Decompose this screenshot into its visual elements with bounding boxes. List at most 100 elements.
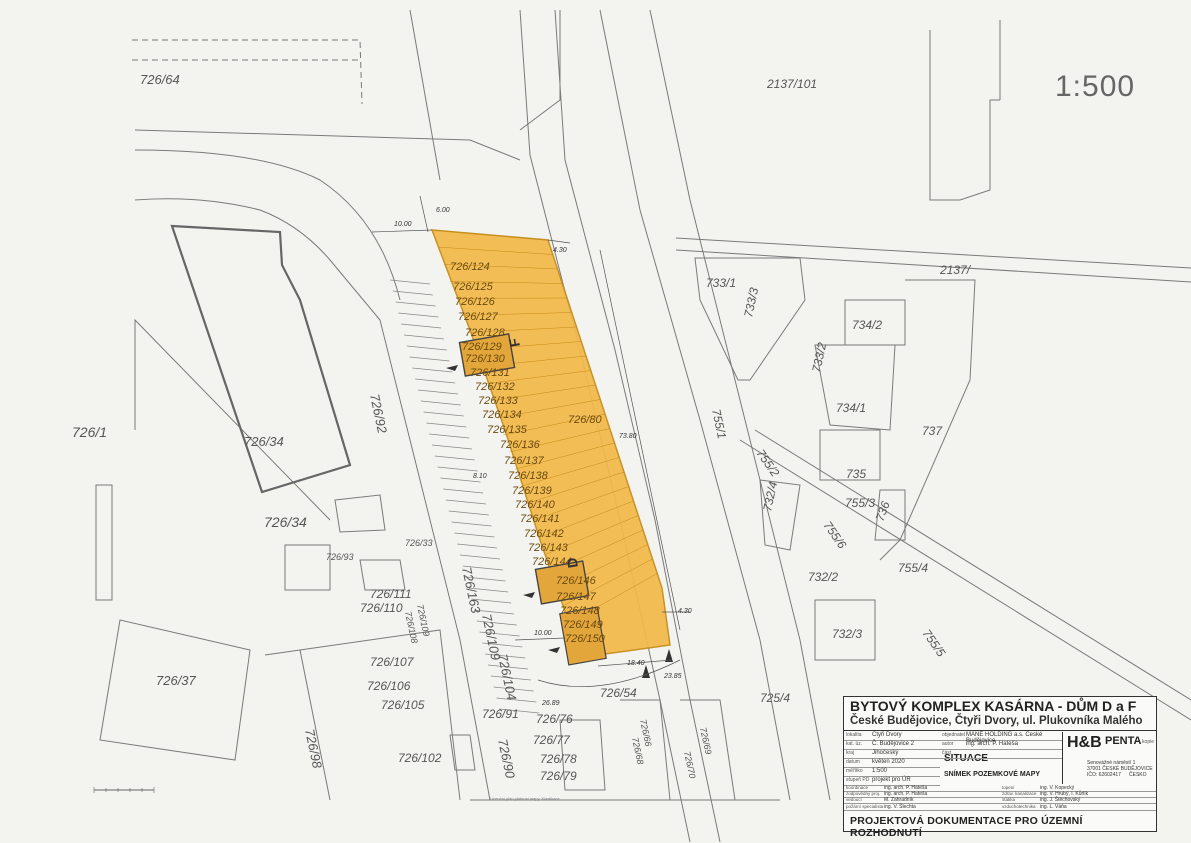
unit-label-b12: 726/135 <box>487 424 528 436</box>
unit-label-b10: 726/133 <box>478 395 519 407</box>
unit-label-b5: 726/128 <box>465 327 506 339</box>
parcel-label-p1: 726/64 <box>140 72 180 87</box>
dimension-d3: 4.30 <box>553 247 567 254</box>
parcel-label-p9: 726/111 <box>370 587 412 601</box>
row-label: kat. úz. <box>846 741 862 747</box>
unit-label-b14: 726/137 <box>504 455 545 467</box>
parcel-label-p10: 726/110 <box>360 601 403 615</box>
parcel-label-p2: 2137/101 <box>766 77 817 91</box>
dimension-d7: 10.00 <box>534 630 552 637</box>
logo-name: PENTA <box>1105 735 1141 747</box>
parcel-label-p16: 726/106 <box>367 679 411 693</box>
unit-label-b16: 726/139 <box>512 485 552 497</box>
parcel-label-p17: 726/105 <box>381 698 425 712</box>
parcel-label-p27: 726/78 <box>540 752 577 766</box>
row-value: Jihočeský <box>872 750 898 756</box>
unit-label-b18: 726/141 <box>520 513 560 525</box>
scale-label: 1:500 <box>1055 70 1135 104</box>
row-value: 1:500 <box>872 768 887 774</box>
staff-value: ing. arch. P. Hateša <box>884 785 927 791</box>
staff-value: ing. L. Váňa <box>1040 804 1067 810</box>
row-value: květen 2020 <box>872 759 905 765</box>
unit-label-b23: 726/147 <box>556 591 597 603</box>
dimension-d1: 10.00 <box>394 221 412 228</box>
parcel-label-p8: 726/33 <box>405 538 433 548</box>
staff-value: ing. V. Šlechta <box>884 804 916 810</box>
unit-label-b20: 726/143 <box>528 542 569 554</box>
dimension-d4: 73.80 <box>619 433 637 440</box>
unit-label-b19: 726/142 <box>524 528 564 540</box>
parcel-label-p38: 734/1 <box>836 401 866 415</box>
title-block-grid: H&B PENTA Senovážné náměstí 1 37001 ČESK… <box>844 731 1156 811</box>
unit-label-b24: 726/148 <box>560 605 601 617</box>
unit-label-b1: 726/124 <box>450 261 490 273</box>
parcel-label-p24: 726/54 <box>600 686 637 700</box>
unit-label-b11: 726/134 <box>482 409 522 421</box>
unit-label-b27: 726/80 <box>568 414 603 426</box>
drawing-subtitle: SNÍMEK POZEMKOVÉ MAPY <box>944 771 1040 778</box>
row-value: Č. Budějovice 2 <box>872 741 914 747</box>
parcel-label-p39: 737 <box>922 424 943 438</box>
row-value: projekt pro ÚR <box>872 777 911 783</box>
staff-label: topení <box>1002 785 1015 790</box>
company-logo: H&B PENTA Senovážné náměstí 1 37001 ČESK… <box>1062 732 1155 784</box>
parcel-label-p36: 734/2 <box>852 318 882 332</box>
row-value: Čtyři Dvory <box>872 732 902 738</box>
parcel-label-p51: 2137/ <box>939 263 972 277</box>
parcel-label-p3: 726/1 <box>72 424 107 440</box>
dimension-d5: 8.10 <box>473 473 487 480</box>
parcel-label-p47: 732/2 <box>808 570 838 584</box>
unit-label-b2: 726/125 <box>453 281 494 293</box>
staff-label: požární specialista <box>846 804 883 809</box>
parcel-label-p33: 725/4 <box>760 691 790 705</box>
logo-mark: H&B <box>1067 734 1102 752</box>
unit-label-b26: 726/150 <box>565 633 606 645</box>
row-label: stupeň PD <box>846 777 869 783</box>
row-label: lokalita <box>846 732 862 738</box>
company-country: ČESKO <box>1129 772 1147 778</box>
parcel-label-p48: 755/4 <box>898 561 928 575</box>
parcel-label-p42: 735 <box>846 467 866 481</box>
staff-label: zodpovědný proj. <box>846 791 880 796</box>
dimension-d9: 23.85 <box>663 673 682 680</box>
parcel-label-p34: 733/1 <box>706 276 736 290</box>
unit-label-b13: 726/136 <box>500 439 541 451</box>
staff-value: ing. J. Štěchovský <box>1040 797 1080 803</box>
row-label: část <box>942 750 951 756</box>
parcel-label-p7: 726/93 <box>326 552 354 562</box>
unit-label-b4: 726/127 <box>458 311 499 323</box>
parcel-label-p26: 726/77 <box>533 733 571 747</box>
dimension-d10: 26.89 <box>541 700 560 707</box>
unit-label-b15: 726/138 <box>508 470 549 482</box>
unit-label-b6: 726/129 <box>462 341 502 353</box>
parcel-label-p19: 726/91 <box>482 707 519 721</box>
row-value: ing. arch. P. Hateša <box>966 741 1018 747</box>
staff-row-left: požární specialistaing. V. Šlechta <box>844 804 1000 811</box>
row-label: měřítko <box>846 768 863 774</box>
parcel-label-p15: 726/107 <box>370 655 415 669</box>
company-ico: IČO: 62602417 <box>1087 772 1121 778</box>
unit-label-b7: 726/130 <box>465 353 506 365</box>
staff-label: zdrav. kanalizace <box>1002 791 1036 796</box>
dimension-d2: 6.00 <box>436 207 450 214</box>
parcel-label-p28: 726/79 <box>540 769 577 783</box>
staff-label: vedoucí <box>846 797 862 802</box>
staff-row-right: vzduchotechnika ing. L. Váňa <box>1000 804 1156 811</box>
row-label: kraj <box>846 750 854 756</box>
row-label: autor <box>942 741 953 747</box>
unit-label-b22: 726/146 <box>556 575 597 587</box>
staff-label: statika <box>1002 797 1015 802</box>
staff-label: vzduchotechnika <box>1002 804 1036 809</box>
parcel-label-p49: 732/3 <box>832 627 862 641</box>
row-label: objednatel <box>942 732 965 738</box>
staff-value: ing. arch. P. Hateša <box>884 791 927 797</box>
title-block: BYTOVÝ KOMPLEX KASÁRNA - DŮM D a F České… <box>843 696 1157 832</box>
project-title: BYTOVÝ KOMPLEX KASÁRNA - DŮM D a F <box>850 699 1150 714</box>
parcel-label-p21: 726/37 <box>156 673 197 688</box>
unit-label-b8: 726/131 <box>470 367 510 379</box>
unit-label-b3: 726/126 <box>455 296 496 308</box>
parcel-label-p25: 726/76 <box>536 712 573 726</box>
parcel-label-p43: 755/3 <box>845 496 875 510</box>
project-subtitle: České Budějovice, Čtyři Dvory, ul. Pluko… <box>850 714 1150 728</box>
unit-label-b9: 726/132 <box>475 381 515 393</box>
